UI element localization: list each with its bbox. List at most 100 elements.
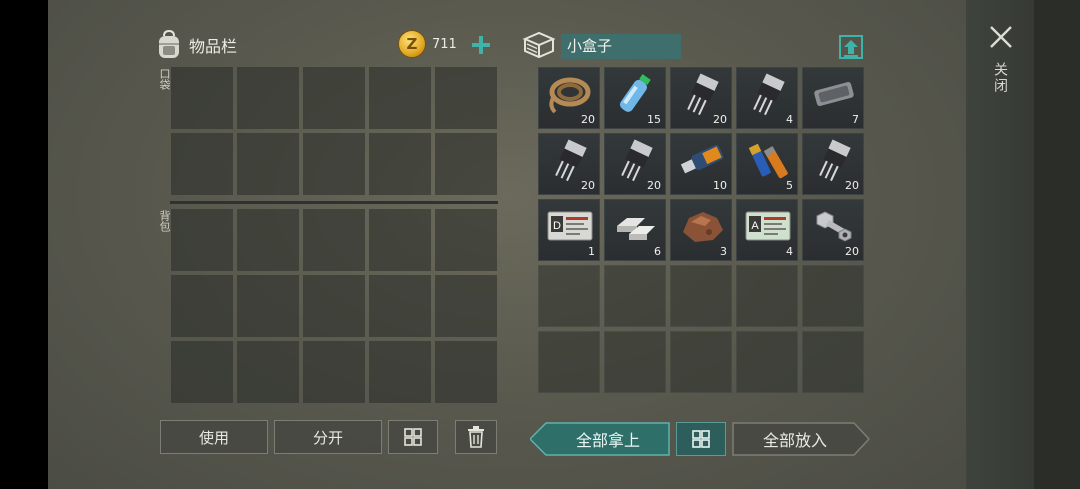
close-icon[interactable] bbox=[986, 22, 1016, 52]
inventory-slot[interactable] bbox=[171, 209, 233, 271]
item-quantity: 4 bbox=[786, 245, 793, 258]
container-slot-empty[interactable] bbox=[604, 331, 666, 393]
container-slot-transistor[interactable]: 4 bbox=[736, 67, 798, 129]
take-all-label[interactable]: 全部拿上 bbox=[548, 422, 668, 456]
inventory-slot[interactable] bbox=[369, 209, 431, 271]
usb-drive-icon bbox=[677, 138, 727, 182]
inventory-slot[interactable] bbox=[303, 275, 365, 337]
transistor-icon bbox=[545, 138, 595, 182]
item-quantity: 7 bbox=[852, 113, 859, 126]
rope-icon bbox=[545, 72, 595, 116]
close-label[interactable]: 关闭 bbox=[990, 62, 1010, 94]
svg-text:A: A bbox=[751, 220, 759, 232]
silver-ingots-icon bbox=[611, 204, 661, 248]
copper-ore-icon bbox=[677, 204, 727, 248]
container-slot-id-card-a[interactable]: A4 bbox=[736, 199, 798, 261]
transistor-icon bbox=[611, 138, 661, 182]
box-icon bbox=[522, 31, 556, 59]
container-name: 小盒子 bbox=[561, 34, 681, 59]
item-quantity: 15 bbox=[647, 113, 661, 126]
screen-edge bbox=[1034, 0, 1080, 489]
inventory-slot[interactable] bbox=[369, 67, 431, 129]
container-slot-empty[interactable] bbox=[670, 331, 732, 393]
inventory-slot[interactable] bbox=[237, 133, 299, 195]
trash-icon bbox=[468, 426, 484, 448]
item-quantity: 20 bbox=[647, 179, 661, 192]
container-slot-rope[interactable]: 20 bbox=[538, 67, 600, 129]
item-quantity: 20 bbox=[581, 113, 595, 126]
coin-count: 711 bbox=[432, 36, 457, 52]
coin-icon: Z bbox=[398, 30, 426, 58]
grid-sort-icon bbox=[404, 428, 422, 446]
inventory-slot[interactable] bbox=[369, 341, 431, 403]
inventory-slot[interactable] bbox=[435, 275, 497, 337]
svg-text:D: D bbox=[553, 220, 561, 232]
inventory-slot[interactable] bbox=[369, 133, 431, 195]
container-slot-transistor[interactable]: 20 bbox=[604, 133, 666, 195]
put-all-label[interactable]: 全部放入 bbox=[732, 422, 858, 456]
bag-label: 背包 bbox=[158, 210, 171, 232]
inventory-slot[interactable] bbox=[237, 341, 299, 403]
inventory-slot[interactable] bbox=[237, 67, 299, 129]
container-slot-empty[interactable] bbox=[538, 265, 600, 327]
container-slot-transistor[interactable]: 20 bbox=[670, 67, 732, 129]
use-button[interactable]: 使用 bbox=[160, 420, 268, 454]
inventory-slot[interactable] bbox=[303, 133, 365, 195]
metal-bar-icon bbox=[809, 72, 859, 116]
item-quantity: 20 bbox=[581, 179, 595, 192]
inventory-slot[interactable] bbox=[171, 275, 233, 337]
container-slot-transistor[interactable]: 20 bbox=[538, 133, 600, 195]
container-slot-batteries[interactable]: 5 bbox=[736, 133, 798, 195]
upload-icon[interactable] bbox=[838, 34, 864, 60]
container-header bbox=[522, 28, 556, 62]
container-slot-empty[interactable] bbox=[736, 331, 798, 393]
container-slot-empty[interactable] bbox=[736, 265, 798, 327]
discard-button[interactable] bbox=[455, 420, 497, 454]
container-slot-id-card-d[interactable]: D1 bbox=[538, 199, 600, 261]
inventory-title: 物品栏 bbox=[189, 37, 238, 56]
sort-inventory-button[interactable] bbox=[388, 420, 438, 454]
inventory-slot[interactable] bbox=[237, 209, 299, 271]
container-slot-bolt-nut[interactable]: 20 bbox=[802, 199, 864, 261]
container-grid-viewport[interactable]: 20 15 20 4 7 20 20 10 5 20 D 1 6 3 A 4 20 bbox=[538, 67, 864, 403]
inventory-slot[interactable] bbox=[435, 67, 497, 129]
inventory-slot[interactable] bbox=[435, 341, 497, 403]
container-slot-empty[interactable] bbox=[538, 331, 600, 393]
container-slot-empty[interactable] bbox=[802, 265, 864, 327]
bag-grid bbox=[171, 209, 497, 403]
container-slot-metal-bar[interactable]: 7 bbox=[802, 67, 864, 129]
container-slot-usb-drive[interactable]: 10 bbox=[670, 133, 732, 195]
inventory-slot[interactable] bbox=[435, 209, 497, 271]
split-button[interactable]: 分开 bbox=[274, 420, 382, 454]
water-bottle-icon bbox=[611, 72, 661, 116]
inventory-slot[interactable] bbox=[303, 67, 365, 129]
container-slot-water-bottle[interactable]: 15 bbox=[604, 67, 666, 129]
transistor-icon bbox=[809, 138, 859, 182]
container-slot-empty[interactable] bbox=[670, 265, 732, 327]
bolt-nut-icon bbox=[809, 204, 859, 248]
grid-sort-icon bbox=[692, 430, 710, 448]
sort-container-button[interactable] bbox=[676, 422, 726, 456]
inventory-slot[interactable] bbox=[435, 133, 497, 195]
inventory-slot[interactable] bbox=[171, 67, 233, 129]
id-card-a-icon: A bbox=[743, 204, 793, 248]
item-quantity: 4 bbox=[786, 113, 793, 126]
pocket-grid bbox=[171, 67, 497, 195]
inventory-slot[interactable] bbox=[303, 209, 365, 271]
inventory-divider bbox=[170, 201, 498, 204]
container-slot-copper-ore[interactable]: 3 bbox=[670, 199, 732, 261]
inventory-slot[interactable] bbox=[171, 341, 233, 403]
container-slot-empty[interactable] bbox=[802, 331, 864, 393]
inventory-slot[interactable] bbox=[303, 341, 365, 403]
item-quantity: 3 bbox=[720, 245, 727, 258]
add-coins-button[interactable] bbox=[470, 34, 492, 56]
item-quantity: 1 bbox=[588, 245, 595, 258]
inventory-slot[interactable] bbox=[237, 275, 299, 337]
inventory-slot[interactable] bbox=[369, 275, 431, 337]
inventory-slot[interactable] bbox=[171, 133, 233, 195]
container-slot-silver-ingots[interactable]: 6 bbox=[604, 199, 666, 261]
transistor-icon bbox=[743, 72, 793, 116]
backpack-icon bbox=[159, 30, 179, 58]
container-slot-empty[interactable] bbox=[604, 265, 666, 327]
container-slot-transistor[interactable]: 20 bbox=[802, 133, 864, 195]
